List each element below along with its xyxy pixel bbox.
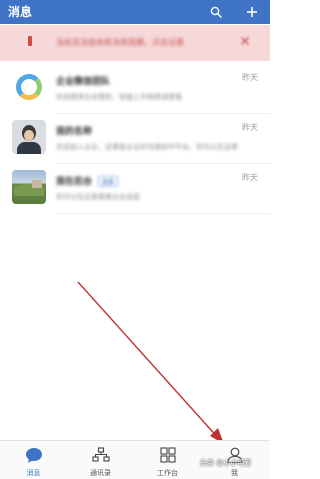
tab-label: 消息 [26, 469, 41, 477]
chat-bubble-icon [25, 448, 42, 463]
watermark: 头条 @小小可爱 [200, 459, 252, 467]
top-bar: 消息 [0, 0, 270, 24]
app-screen: 消息 当前无法接收新消息提醒，点击设置 ✕ 企业微信团队 欢迎使用企业微信，快速… [0, 0, 270, 479]
banner-text: 当前无法接收新消息提醒，点击设置 [56, 38, 184, 47]
avatar [12, 170, 46, 204]
conversation-time: 昨天 [242, 73, 258, 82]
tab-label: 工作台 [157, 469, 178, 477]
list-item[interactable]: 我在后台 企业 你可以在这里查看企业动态 昨天 [0, 164, 270, 216]
list-item[interactable]: 我的名称 欢迎加入企业，这里是企业的沟通协作平台，你可以在这里 昨天 [0, 114, 270, 166]
conversation-name: 我在后台 企业 [56, 174, 119, 187]
notification-banner[interactable]: 当前无法接收新消息提醒，点击设置 ✕ [0, 25, 270, 61]
enterprise-tag: 企业 [98, 176, 119, 187]
tab-label: 通讯录 [90, 469, 111, 477]
conversation-time: 昨天 [242, 173, 258, 182]
list-item[interactable]: 企业微信团队 欢迎使用企业微信，快速上手指南请查看 昨天 [0, 64, 270, 116]
contacts-tree-icon [91, 447, 110, 462]
tab-workbench[interactable]: 工作台 [134, 441, 201, 479]
page-title: 消息 [8, 5, 33, 19]
empty-list-area [0, 214, 270, 440]
conversation-name: 我的名称 [56, 127, 93, 137]
warning-flag-icon [28, 36, 32, 46]
team-logo-icon [16, 74, 42, 100]
search-icon [210, 6, 222, 18]
tab-contacts[interactable]: 通讯录 [67, 441, 134, 479]
conversation-name-text: 我在后台 [56, 177, 93, 187]
add-button[interactable] [240, 0, 264, 24]
conversation-preview: 欢迎使用企业微信，快速上手指南请查看 [56, 93, 182, 101]
conversation-name: 企业微信团队 [56, 77, 111, 87]
tab-messages[interactable]: 消息 [0, 441, 67, 479]
tab-label: 我 [231, 469, 238, 477]
search-button[interactable] [204, 0, 228, 24]
conversation-preview: 欢迎加入企业，这里是企业的沟通协作平台，你可以在这里 [56, 143, 238, 151]
avatar [12, 120, 46, 154]
close-icon[interactable]: ✕ [236, 33, 254, 51]
workbench-grid-icon [159, 447, 176, 463]
plus-icon [247, 7, 257, 17]
conversation-preview: 你可以在这里查看企业动态 [56, 193, 140, 201]
avatar [12, 70, 46, 104]
conversation-time: 昨天 [242, 123, 258, 132]
